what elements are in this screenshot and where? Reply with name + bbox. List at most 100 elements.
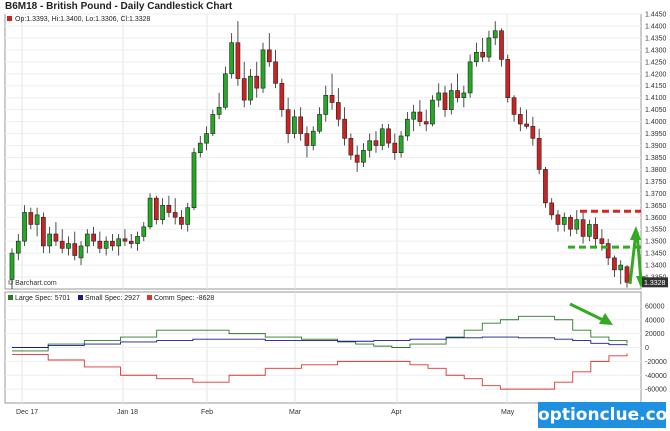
cot-tick-label: 40000 bbox=[645, 317, 665, 324]
candle-down bbox=[304, 133, 310, 146]
candle-down bbox=[373, 140, 379, 146]
price-tick-label: 1.3650 bbox=[645, 203, 667, 210]
candle-up bbox=[103, 240, 109, 249]
candle-down bbox=[543, 169, 548, 204]
candle-down bbox=[442, 92, 448, 110]
last-price-label: 1.3328 bbox=[644, 280, 666, 287]
x-tick-label: Mar bbox=[289, 409, 302, 416]
candle-down bbox=[612, 257, 617, 271]
candle-down bbox=[555, 214, 561, 225]
candle-up bbox=[22, 212, 27, 242]
candle-down bbox=[41, 216, 46, 247]
x-tick-label: May bbox=[501, 409, 515, 416]
price-tick-label: 1.3700 bbox=[645, 191, 667, 198]
candle-up bbox=[448, 90, 454, 110]
x-tick-label: Feb bbox=[201, 409, 213, 416]
candle-up bbox=[398, 135, 404, 153]
cot-legend-swatch bbox=[147, 295, 152, 300]
price-tick-label: 1.4050 bbox=[645, 107, 667, 114]
candle-up bbox=[474, 51, 479, 63]
candle-down bbox=[72, 243, 78, 256]
candle-down bbox=[273, 61, 278, 84]
candle-down bbox=[624, 266, 630, 283]
cot-legend-swatch bbox=[78, 295, 83, 300]
price-tick-label: 1.3750 bbox=[645, 179, 667, 186]
ohlc-legend-swatch bbox=[7, 16, 12, 21]
price-tick-label: 1.4150 bbox=[645, 83, 667, 90]
candle-down bbox=[354, 154, 360, 163]
cot-legend-label: Comm Spec: -8628 bbox=[154, 295, 214, 302]
candle-up bbox=[461, 92, 467, 98]
cot-legend-swatch bbox=[8, 295, 13, 300]
cot-tick-label: -20000 bbox=[645, 359, 667, 366]
candle-down bbox=[511, 97, 517, 115]
candle-up bbox=[492, 30, 498, 39]
price-tick-label: 1.3450 bbox=[645, 251, 667, 258]
price-tick-label: 1.3500 bbox=[645, 239, 667, 246]
candle-up bbox=[185, 207, 191, 225]
x-axis: Dec 17 Jan 18 Feb Mar Apr May bbox=[16, 409, 515, 416]
candle-up bbox=[430, 99, 435, 125]
candle-up bbox=[574, 219, 580, 230]
brand-watermark: optionclue.com bbox=[538, 402, 670, 428]
candle-up bbox=[141, 226, 147, 237]
candle-up bbox=[379, 128, 385, 146]
candle-up bbox=[15, 240, 21, 254]
candle-down bbox=[499, 30, 504, 60]
candle-down bbox=[530, 126, 536, 139]
candle-down bbox=[342, 118, 347, 139]
candle-down bbox=[329, 95, 335, 103]
cot-tick-label: -40000 bbox=[645, 373, 667, 380]
candle-up bbox=[135, 236, 140, 244]
price-tick-label: 1.4450 bbox=[645, 12, 667, 19]
candle-down bbox=[153, 197, 159, 220]
price-panel: 1.4450 1.4400 1.4350 1.4300 1.4250 1.4200 1.41… bbox=[4, 12, 668, 290]
candle-up bbox=[323, 95, 329, 115]
source-label: © Barchart.com bbox=[8, 279, 57, 287]
candle-down bbox=[536, 138, 542, 170]
cot-tick-label: 20000 bbox=[645, 331, 665, 338]
candle-up bbox=[310, 130, 316, 146]
candle-down bbox=[298, 116, 304, 134]
candle-down bbox=[179, 216, 184, 225]
x-tick-label: Dec 17 bbox=[16, 409, 38, 416]
candle-down bbox=[335, 102, 341, 120]
candle-down bbox=[59, 240, 65, 249]
candle-down bbox=[91, 233, 96, 242]
x-tick-label: Apr bbox=[391, 409, 403, 416]
candle-up bbox=[78, 245, 84, 259]
candle-up bbox=[367, 140, 373, 151]
candle-down bbox=[505, 59, 511, 98]
candle-down bbox=[110, 240, 115, 247]
candle-up bbox=[587, 224, 592, 237]
price-tick-label: 1.4250 bbox=[645, 59, 667, 66]
candle-down bbox=[97, 240, 103, 249]
candle-up bbox=[34, 214, 40, 225]
candle-up bbox=[147, 197, 153, 228]
ohlc-readout: Op:1.3393, Hi:1.3400, Lo:1.3306, Cl:1.33… bbox=[15, 16, 151, 23]
candle-up bbox=[618, 264, 624, 271]
price-tick-label: 1.3400 bbox=[645, 263, 667, 270]
candle-up bbox=[248, 75, 253, 101]
candle-up bbox=[361, 150, 366, 163]
cot-tick-label: 60000 bbox=[645, 303, 665, 310]
candle-up bbox=[84, 233, 90, 247]
candle-down bbox=[53, 233, 59, 242]
price-tick-label: 1.3950 bbox=[645, 131, 667, 138]
candle-up bbox=[486, 37, 492, 58]
price-tick-label: 1.3850 bbox=[645, 155, 667, 162]
price-tick-label: 1.4400 bbox=[645, 23, 667, 30]
candle-down bbox=[392, 142, 398, 153]
candle-down bbox=[517, 114, 523, 125]
price-tick-label: 1.4100 bbox=[645, 95, 667, 102]
candle-up bbox=[191, 152, 197, 208]
candle-down bbox=[423, 121, 429, 125]
candle-down bbox=[241, 78, 247, 101]
candle-down bbox=[254, 75, 260, 89]
candle-up bbox=[66, 243, 71, 249]
candle-up bbox=[405, 118, 410, 137]
x-tick-label: Jan 18 bbox=[117, 409, 138, 416]
price-tick-label: 1.4300 bbox=[645, 47, 667, 54]
price-tick-label: 1.3600 bbox=[645, 215, 667, 222]
cot-tick-label: 0 bbox=[645, 345, 649, 352]
